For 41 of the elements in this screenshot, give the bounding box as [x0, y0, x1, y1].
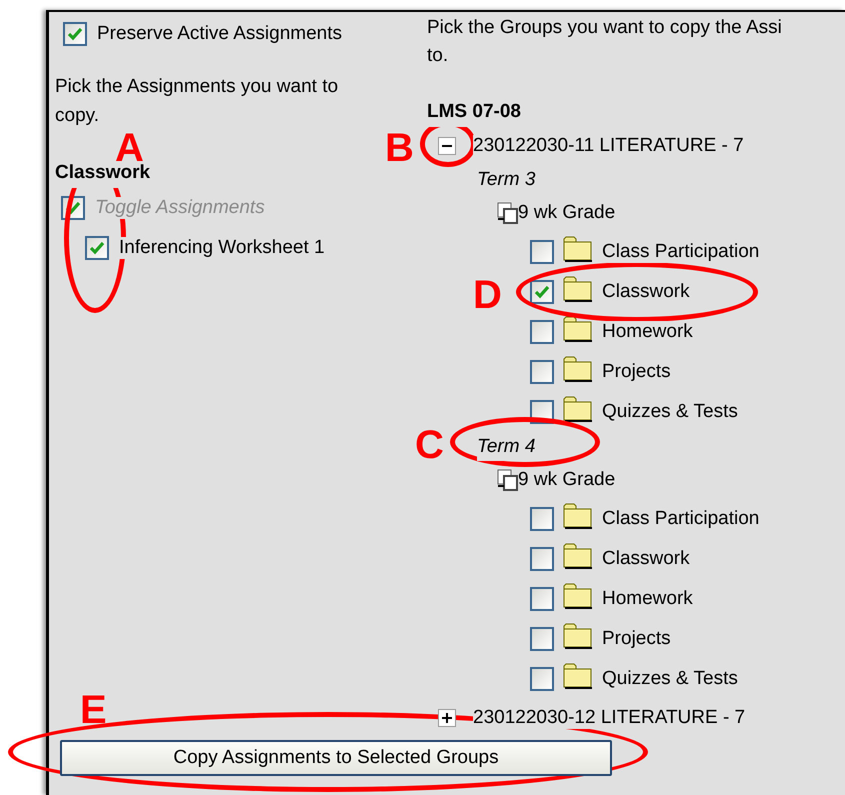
- checkbox[interactable]: [530, 627, 554, 651]
- category-name: Class Participation: [602, 508, 760, 530]
- group-name[interactable]: 230122030-12 LITERATURE - 7: [473, 707, 746, 729]
- checkbox[interactable]: [530, 320, 554, 344]
- category-name: Quizzes & Tests: [602, 401, 738, 423]
- category-name: Quizzes & Tests: [602, 668, 738, 690]
- folder-icon: [563, 502, 593, 530]
- folder-icon: [563, 395, 593, 423]
- annotation-letter: B: [385, 133, 414, 163]
- checkbox[interactable]: [530, 587, 554, 611]
- folder-icon: [563, 622, 593, 650]
- category-name: Projects: [602, 628, 671, 650]
- checkbox[interactable]: [530, 507, 554, 531]
- annotation-letter: D: [473, 280, 502, 310]
- stacked-pages-icon: [497, 469, 518, 491]
- folder-icon: [563, 355, 593, 383]
- checkbox[interactable]: [85, 236, 109, 260]
- annotation-letter: C: [415, 430, 444, 460]
- copy-button[interactable]: Copy Assignments to Selected Groups: [60, 740, 612, 776]
- collapse-icon[interactable]: [438, 137, 456, 155]
- category-name: Projects: [602, 361, 671, 383]
- folder-icon: [563, 235, 593, 263]
- checkbox[interactable]: [530, 240, 554, 264]
- folder-icon: [563, 315, 593, 343]
- checkbox[interactable]: [530, 667, 554, 691]
- checkbox[interactable]: [530, 280, 554, 304]
- annotation-letter: E: [80, 695, 107, 725]
- expand-icon[interactable]: [438, 709, 456, 727]
- checkbox[interactable]: [63, 22, 87, 46]
- folder-icon: [563, 275, 593, 303]
- stacked-pages-icon: [497, 202, 518, 224]
- checkbox[interactable]: [530, 547, 554, 571]
- assignment-label: Inferencing Worksheet 1: [119, 237, 325, 259]
- toggle-label: Toggle Assignments: [95, 197, 265, 219]
- folder-icon: [563, 662, 593, 690]
- checkbox-label: Preserve Active Assignments: [97, 23, 342, 45]
- group-name[interactable]: 230122030-11 LITERATURE - 7: [473, 135, 744, 157]
- checkbox[interactable]: [530, 360, 554, 384]
- folder-icon: [563, 542, 593, 570]
- folder-icon: [563, 582, 593, 610]
- category-name: Class Participation: [602, 241, 760, 263]
